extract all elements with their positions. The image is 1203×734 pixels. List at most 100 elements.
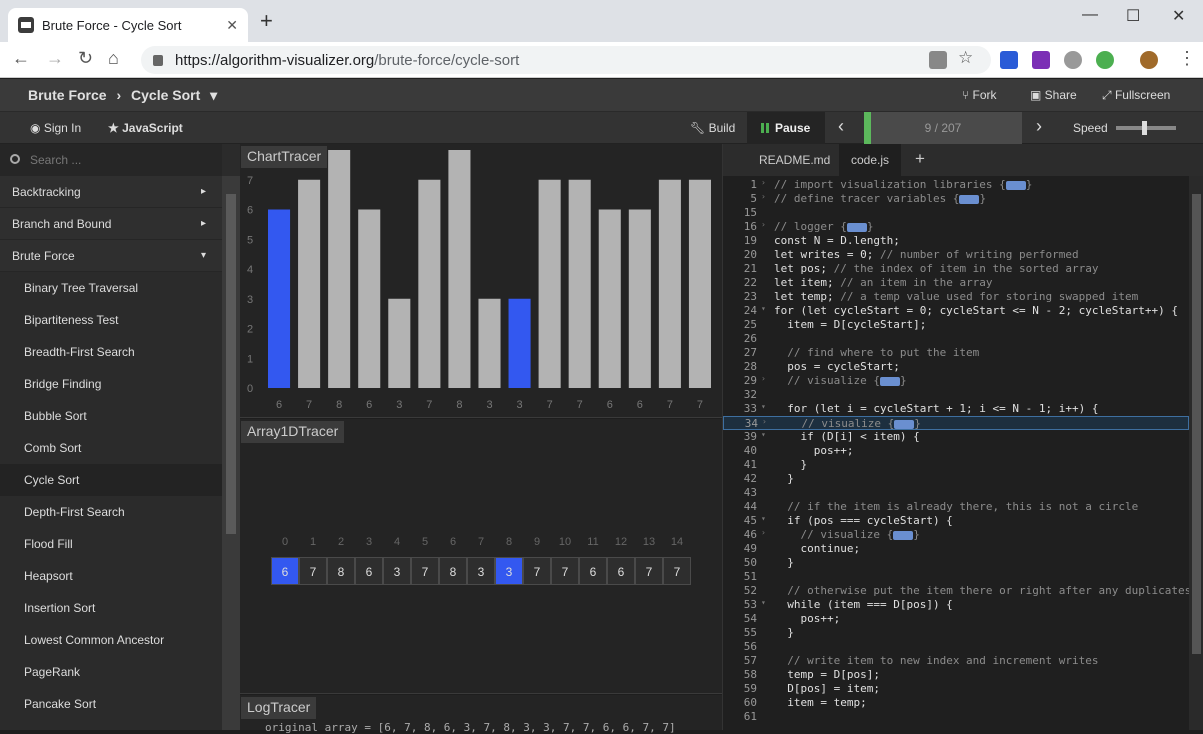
sidebar-item[interactable]: PageRank (0, 656, 222, 688)
avatar[interactable] (1140, 51, 1158, 69)
pause-button[interactable]: Pause (747, 112, 825, 144)
fold-toggle-icon[interactable]: › (761, 178, 766, 187)
folded-code-icon[interactable] (879, 376, 900, 386)
prev-step-button[interactable]: ‹ (838, 116, 844, 137)
fold-toggle-icon[interactable]: › (761, 220, 766, 229)
code-area[interactable]: 1 › // import visualization libraries {} 5 ›… (723, 176, 1191, 730)
speed-slider-handle[interactable] (1142, 121, 1147, 135)
sidebar-item[interactable]: Breadth-First Search (0, 336, 222, 368)
line-number: 46 (743, 528, 757, 541)
close-tab-icon[interactable]: ✕ (226, 17, 238, 34)
url-host: https://algorithm-visualizer.org (175, 51, 375, 69)
folded-code-icon[interactable] (893, 530, 914, 540)
sidebar-scrollbar-thumb[interactable] (226, 194, 236, 534)
bookmark-star-icon[interactable]: ☆ (958, 48, 973, 68)
fold-toggle-icon[interactable]: › (761, 374, 766, 383)
build-button[interactable]: 🔧︎ Build (690, 121, 735, 135)
sidebar-category[interactable]: Backtracking ▸ (0, 176, 222, 208)
breadcrumb-category[interactable]: Brute Force (28, 87, 107, 103)
chevron-down-icon[interactable]: ▾ (210, 87, 217, 103)
editor-scrollbar[interactable] (1189, 176, 1203, 730)
fold-toggle-icon[interactable]: ▾ (761, 304, 766, 313)
sidebar-scrollbar[interactable] (222, 176, 240, 730)
folded-code-icon[interactable] (959, 194, 980, 204)
new-tab-button[interactable]: + (260, 10, 273, 32)
tab-readme[interactable]: README.md (747, 144, 842, 176)
extension-gear-icon[interactable] (1064, 51, 1082, 69)
fold-toggle-icon[interactable]: ▾ (761, 598, 766, 607)
search-input[interactable]: Search ... (0, 144, 222, 176)
x-tick-label: 7 (577, 399, 583, 411)
code-token: let item; (774, 276, 841, 289)
folded-code-icon[interactable] (1005, 180, 1026, 190)
y-tick-label: 0 (247, 383, 253, 395)
reload-icon[interactable]: ↻ (78, 48, 93, 69)
tab-code-js[interactable]: code.js (839, 144, 902, 176)
language-label: JavaScript (122, 121, 183, 135)
speed-label: Speed (1073, 121, 1108, 135)
progress-text: 9 / 207 (864, 121, 1022, 135)
sidebar-item[interactable]: Bubble Sort (0, 400, 222, 432)
add-tab-button[interactable]: + (903, 144, 937, 176)
sidebar-item[interactable]: Lowest Common Ancestor (0, 624, 222, 656)
language-button[interactable]: ★ JavaScript (108, 121, 183, 135)
speed-slider[interactable] (1116, 121, 1176, 135)
line-number: 44 (743, 500, 757, 513)
sidebar-item[interactable]: Cycle Sort (0, 464, 222, 496)
y-tick-label: 7 (247, 175, 253, 187)
menu-kebab-icon[interactable]: ⋮ (1178, 48, 1196, 69)
maximize-button[interactable]: ☐ (1126, 6, 1140, 26)
minimize-button[interactable]: — (1082, 6, 1098, 24)
browser-tab[interactable]: Brute Force - Cycle Sort ✕ (8, 8, 248, 42)
extension-rp-icon[interactable] (1032, 51, 1050, 69)
fold-toggle-icon[interactable]: › (762, 417, 767, 426)
sidebar-category[interactable]: Brute Force ▾ (0, 240, 222, 272)
sidebar-item[interactable]: Heapsort (0, 560, 222, 592)
sidebar: Search ... Backtracking ▸ Branch and Bound… (0, 144, 240, 730)
folded-code-icon[interactable] (894, 419, 915, 429)
log-tracer-panel: LogTracer original array = [6, 7, 8, 6, … (240, 695, 722, 734)
folded-code-icon[interactable] (846, 222, 867, 232)
sign-in-button[interactable]: ◉ Sign In (30, 121, 81, 135)
sidebar-item[interactable]: Binary Tree Traversal (0, 272, 222, 304)
fold-toggle-icon[interactable]: ▾ (761, 402, 766, 411)
breadcrumb: Brute Force › Cycle Sort ▾ (28, 87, 223, 104)
forward-icon[interactable]: → (46, 48, 64, 69)
fold-toggle-icon[interactable]: ▾ (761, 514, 766, 523)
extension-check-icon[interactable] (1096, 51, 1114, 69)
fold-toggle-icon[interactable]: ▾ (761, 430, 766, 439)
close-window-button[interactable]: ✕ (1172, 6, 1185, 26)
line-number: 43 (743, 486, 757, 499)
code-text: // otherwise put the item there or right… (774, 584, 1191, 597)
back-icon[interactable]: ← (12, 48, 30, 69)
home-icon[interactable]: ⌂ (108, 48, 119, 69)
sidebar-item[interactable]: Flood Fill (0, 528, 222, 560)
progress-bar[interactable]: 9 / 207 (864, 112, 1022, 144)
code-text: pos++; (774, 444, 854, 457)
array-index-label: 3 (365, 536, 373, 548)
sidebar-item[interactable]: Bridge Finding (0, 368, 222, 400)
code-text: item = temp; (774, 696, 867, 709)
fork-button[interactable]: ⑂ Fork (962, 88, 997, 102)
breadcrumb-algorithm[interactable]: Cycle Sort (131, 87, 200, 103)
next-step-button[interactable]: › (1036, 116, 1042, 137)
sidebar-item[interactable]: Depth-First Search (0, 496, 222, 528)
editor-tabs: README.md code.js + (723, 144, 1203, 176)
code-line: 33 ▾ for (let i = cycleStart + 1; i <= N … (723, 402, 1189, 416)
fold-toggle-icon[interactable]: › (761, 192, 766, 201)
sidebar-item[interactable]: Insertion Sort (0, 592, 222, 624)
fold-toggle-icon[interactable]: › (761, 528, 766, 537)
sidebar-item[interactable]: Bipartiteness Test (0, 304, 222, 336)
line-number: 15 (743, 206, 757, 219)
line-number: 27 (743, 346, 757, 359)
extension-a-icon[interactable] (1000, 51, 1018, 69)
translate-icon[interactable] (929, 51, 947, 69)
fullscreen-button[interactable]: ⤢ Fullscreen (1102, 88, 1170, 103)
editor-scrollbar-thumb[interactable] (1192, 194, 1201, 654)
sidebar-item[interactable]: Comb Sort (0, 432, 222, 464)
sidebar-item[interactable]: Pancake Sort (0, 688, 222, 720)
url-field[interactable]: https://algorithm-visualizer.org/brute-f… (141, 46, 991, 74)
sidebar-category[interactable]: Branch and Bound ▸ (0, 208, 222, 240)
share-button[interactable]: ▣ Share (1030, 88, 1077, 102)
